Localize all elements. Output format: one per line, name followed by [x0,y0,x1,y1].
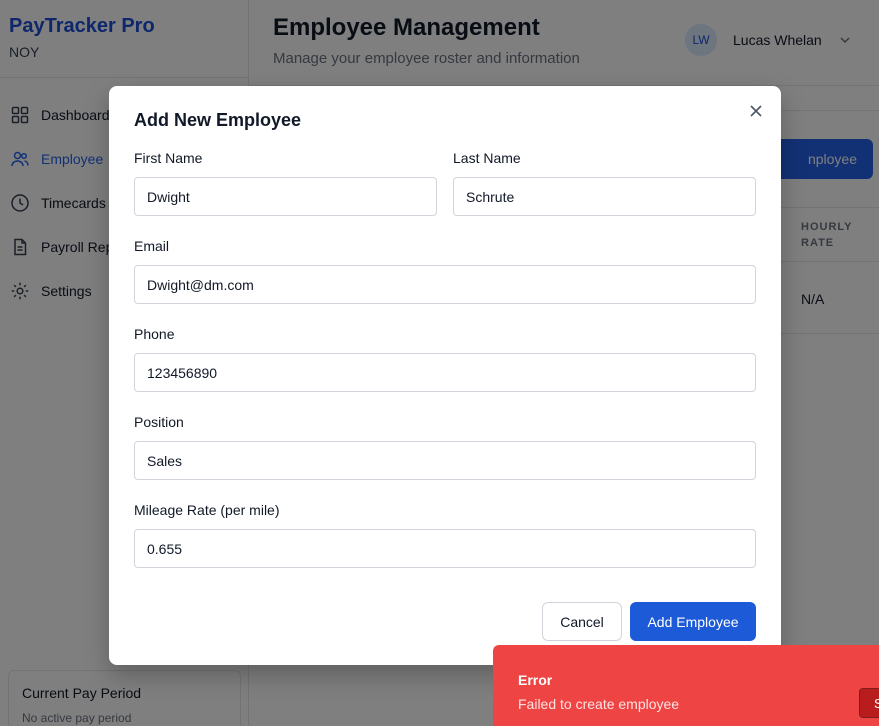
mileage-rate-field[interactable] [134,529,756,568]
position-label: Position [134,414,184,430]
close-button[interactable] [747,102,765,120]
last-name-label: Last Name [453,150,521,166]
phone-field[interactable] [134,353,756,392]
first-name-field[interactable] [134,177,437,216]
close-icon [750,105,762,117]
add-employee-submit-button[interactable]: Add Employee [630,602,756,641]
toast-message: Failed to create employee [518,696,680,712]
phone-label: Phone [134,326,175,342]
first-name-label: First Name [134,150,203,166]
error-toast: Error Failed to create employee S [493,645,879,726]
toast-action-button[interactable]: S [859,688,879,718]
mileage-rate-label: Mileage Rate (per mile) [134,502,280,518]
cancel-button[interactable]: Cancel [542,602,622,641]
dialog-title: Add New Employee [134,110,302,130]
last-name-field[interactable] [453,177,756,216]
email-label: Email [134,238,170,254]
toast-title: Error [518,672,553,688]
email-field[interactable] [134,265,756,304]
position-field[interactable] [134,441,756,480]
add-employee-dialog: Add New Employee First Name Last Name Em… [109,86,781,665]
